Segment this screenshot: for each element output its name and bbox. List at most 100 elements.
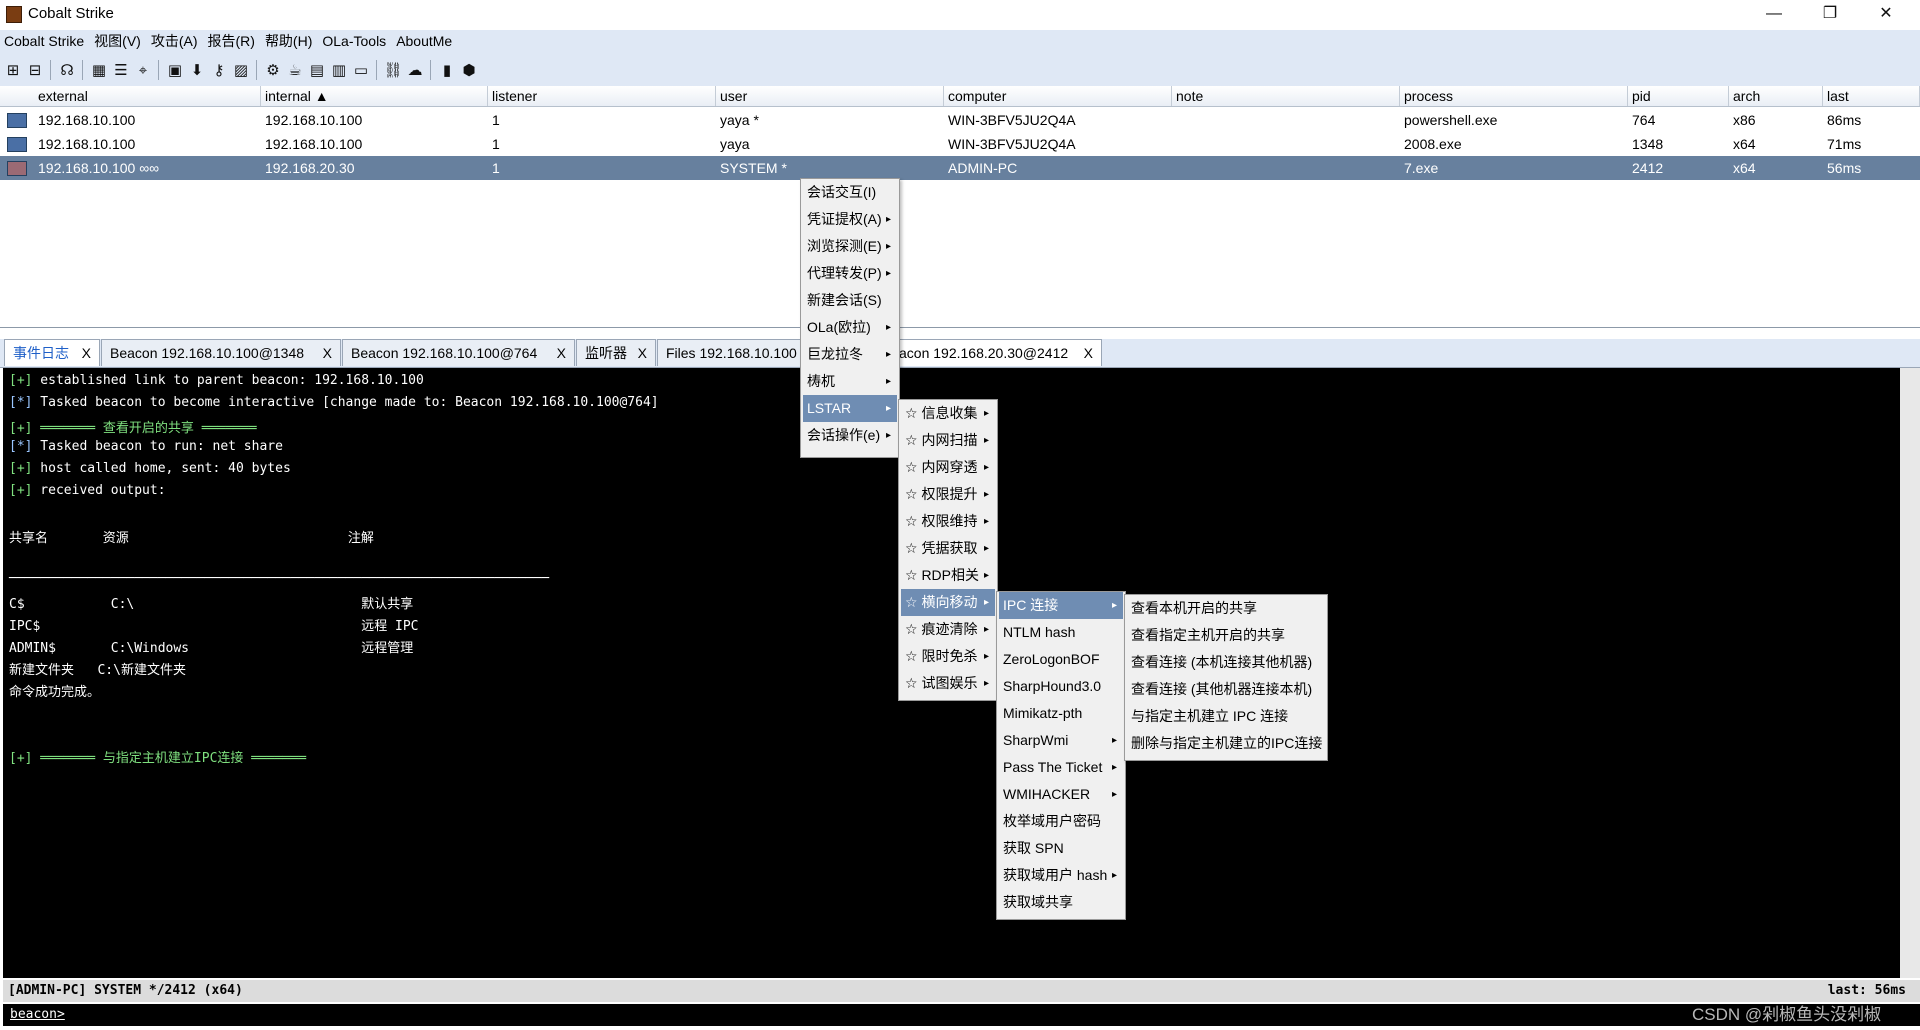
keystrokes-key-icon[interactable]: ⚷ xyxy=(210,61,228,79)
close-window-button[interactable]: ✕ xyxy=(1858,0,1914,28)
menu-item-trace-cleanup[interactable]: ☆ 痕迹清除 ▸ xyxy=(901,616,995,643)
tab-beacon-1348[interactable]: Beacon 192.168.10.100@1348 X xyxy=(101,339,341,366)
table-header: external internal ▲ listener user comput… xyxy=(0,86,1920,107)
menu-item-lstar[interactable]: LSTAR ▸ xyxy=(803,395,897,422)
console-scrollbar[interactable] xyxy=(1900,368,1920,978)
tab-close-icon[interactable]: X xyxy=(638,340,647,367)
menu-item-sharpwmi[interactable]: SharpWmi ▸ xyxy=(999,727,1123,754)
tab-beacon-2412[interactable]: acon 192.168.20.30@2412 X xyxy=(896,339,1102,366)
menu-item-taowu[interactable]: 梼杌 ▸ xyxy=(803,368,897,395)
link-icon[interactable]: ⛓ xyxy=(383,61,402,79)
column-pid[interactable]: pid xyxy=(1628,86,1729,106)
menu-item-delete-ipc-connection[interactable]: 删除与指定主机建立的IPC连接 xyxy=(1127,730,1325,757)
session-table-icon[interactable]: ☰ xyxy=(112,61,130,79)
tab-close-icon[interactable]: X xyxy=(1084,340,1093,367)
menu-aboutme[interactable]: AboutMe xyxy=(392,30,458,52)
menu-item-persistence[interactable]: ☆ 权限维持 ▸ xyxy=(901,508,995,535)
pivot-graph-icon[interactable]: ▦ xyxy=(90,61,108,79)
cell-pid: 2412 xyxy=(1632,160,1664,176)
menu-item-get-spn[interactable]: 获取 SPN xyxy=(999,835,1123,862)
target-crosshair-icon[interactable]: ⌖ xyxy=(134,61,152,79)
menu-item-view-inbound-connections[interactable]: 查看连接 (其他机器连接本机) xyxy=(1127,676,1325,703)
column-process[interactable]: process xyxy=(1400,86,1628,106)
column-note[interactable]: note xyxy=(1172,86,1400,106)
host-file-icon[interactable]: ▤ xyxy=(308,61,326,79)
column-internal[interactable]: internal ▲ xyxy=(261,86,488,106)
column-computer[interactable]: computer xyxy=(944,86,1172,106)
package-cube-icon[interactable]: ⬢ xyxy=(460,61,478,79)
menu-item-get-domain-shares[interactable]: 获取域共享 xyxy=(999,889,1123,916)
manual-book-icon[interactable]: ▮ xyxy=(438,61,456,79)
minimize-button[interactable]: — xyxy=(1746,0,1802,28)
disconnect-icon[interactable]: ⊟ xyxy=(26,61,44,79)
menu-item-intranet-scan[interactable]: ☆ 内网扫描 ▸ xyxy=(901,427,995,454)
downloads-icon[interactable]: ⬇ xyxy=(188,61,206,79)
menu-item-rdp[interactable]: ☆ RDP相关 ▸ xyxy=(901,562,995,589)
menu-item-pivoting[interactable]: 代理转发(P) ▸ xyxy=(803,260,897,287)
tab-event-log[interactable]: 事件日志 X xyxy=(4,339,100,366)
menu-item-ola[interactable]: OLa(欧拉) ▸ xyxy=(803,314,897,341)
tab-close-icon[interactable]: X xyxy=(557,340,566,367)
table-row[interactable]: 192.168.10.100 192.168.10.100 1 yaya * W… xyxy=(0,108,1920,132)
settings-gear-icon[interactable]: ⚙ xyxy=(264,61,282,79)
restore-button[interactable]: ❐ xyxy=(1802,0,1858,28)
menu-item-mimikatz-pth[interactable]: Mimikatz-pth xyxy=(999,700,1123,727)
menu-item-ntlm-hash[interactable]: NTLM hash xyxy=(999,619,1123,646)
menu-attack[interactable]: 攻击(A) xyxy=(147,30,204,52)
applet-coffee-icon[interactable]: ☕ xyxy=(286,61,304,79)
tab-close-icon[interactable]: X xyxy=(323,340,332,367)
console-icon[interactable]: ▭ xyxy=(352,61,370,79)
menu-item-create-ipc-connection[interactable]: 与指定主机建立 IPC 连接 xyxy=(1127,703,1325,730)
menu-ola-tools[interactable]: OLa-Tools xyxy=(318,30,392,52)
column-listener[interactable]: listener xyxy=(488,86,716,106)
menu-item-av-evasion[interactable]: ☆ 限时免杀 ▸ xyxy=(901,643,995,670)
tab-listeners[interactable]: 监听器 X xyxy=(576,339,656,366)
column-arch[interactable]: arch xyxy=(1729,86,1823,106)
menu-item-wmihacker[interactable]: WMIHACKER ▸ xyxy=(999,781,1123,808)
menu-item-pass-the-ticket[interactable]: Pass The Ticket ▸ xyxy=(999,754,1123,781)
menu-item-interact[interactable]: 会话交互(I) xyxy=(803,179,897,206)
menu-item-sharphound[interactable]: SharpHound3.0 xyxy=(999,673,1123,700)
table-row-selected[interactable]: 192.168.10.100 ∞∞ 192.168.20.30 1 SYSTEM… xyxy=(0,156,1920,180)
menu-view[interactable]: 视图(V) xyxy=(90,30,147,52)
credentials-icon[interactable]: ▣ xyxy=(166,61,184,79)
menu-item-spawn[interactable]: 新建会话(S) xyxy=(803,287,897,314)
menu-item-explore[interactable]: 浏览探测(E) ▸ xyxy=(803,233,897,260)
new-connection-icon[interactable]: ⊞ xyxy=(4,61,22,79)
column-last[interactable]: last xyxy=(1823,86,1920,106)
cell-note xyxy=(1172,108,1400,132)
menu-item-lateral-movement[interactable]: ☆ 横向移动 ▸ xyxy=(901,589,995,616)
menu-item-session[interactable]: 会话操作(e) ▸ xyxy=(803,422,897,449)
menu-item-ipc-connection[interactable]: IPC 连接 ▸ xyxy=(999,592,1123,619)
listeners-headphones-icon[interactable]: ☊ xyxy=(58,61,76,79)
column-external[interactable]: external xyxy=(34,86,261,106)
tab-label: Beacon 192.168.10.100@764 xyxy=(351,345,538,361)
column-user[interactable]: user xyxy=(716,86,944,106)
window-title: Cobalt Strike xyxy=(28,5,114,22)
document-icon[interactable]: ▥ xyxy=(330,61,348,79)
menu-item-credential-dump[interactable]: ☆ 凭据获取 ▸ xyxy=(901,535,995,562)
menu-item-info-gathering[interactable]: ☆ 信息收集 ▸ xyxy=(901,400,995,427)
menu-help[interactable]: 帮助(H) xyxy=(261,30,318,52)
menu-item-view-local-shares[interactable]: 查看本机开启的共享 xyxy=(1127,595,1325,622)
cloud-icon[interactable]: ☁ xyxy=(406,61,424,79)
menu-item-credential-escalation[interactable]: 凭证提权(A) ▸ xyxy=(803,206,897,233)
screenshots-image-icon[interactable]: ▨ xyxy=(232,61,250,79)
menu-item-zerologon-bof[interactable]: ZeroLogonBOF xyxy=(999,646,1123,673)
menu-report[interactable]: 报告(R) xyxy=(204,30,261,52)
table-row[interactable]: 192.168.10.100 192.168.10.100 1 yaya WIN… xyxy=(0,132,1920,156)
submenu-arrow-icon: ▸ xyxy=(885,430,891,441)
menu-item-entertainment[interactable]: ☆ 试图娱乐 ▸ xyxy=(901,670,995,697)
menu-item-view-outbound-connections[interactable]: 查看连接 (本机连接其他机器) xyxy=(1127,649,1325,676)
menu-item-privilege-escalation[interactable]: ☆ 权限提升 ▸ xyxy=(901,481,995,508)
menu-item-view-host-shares[interactable]: 查看指定主机开启的共享 xyxy=(1127,622,1325,649)
tab-files[interactable]: Files 192.168.10.100 xyxy=(657,339,803,366)
beacon-command-input[interactable]: beacon> xyxy=(3,1004,1920,1026)
menu-item-get-domain-hash[interactable]: 获取域用户 hash ▸ xyxy=(999,862,1123,889)
tab-beacon-764[interactable]: Beacon 192.168.10.100@764 X xyxy=(342,339,575,366)
menu-cobalt-strike[interactable]: Cobalt Strike xyxy=(0,30,90,52)
menu-item-ladon[interactable]: 巨龙拉冬 ▸ xyxy=(803,341,897,368)
menu-item-enum-domain-passwords[interactable]: 枚举域用户密码 xyxy=(999,808,1123,835)
menu-item-intranet-tunnel[interactable]: ☆ 内网穿透 ▸ xyxy=(901,454,995,481)
tab-close-icon[interactable]: X xyxy=(82,340,91,367)
